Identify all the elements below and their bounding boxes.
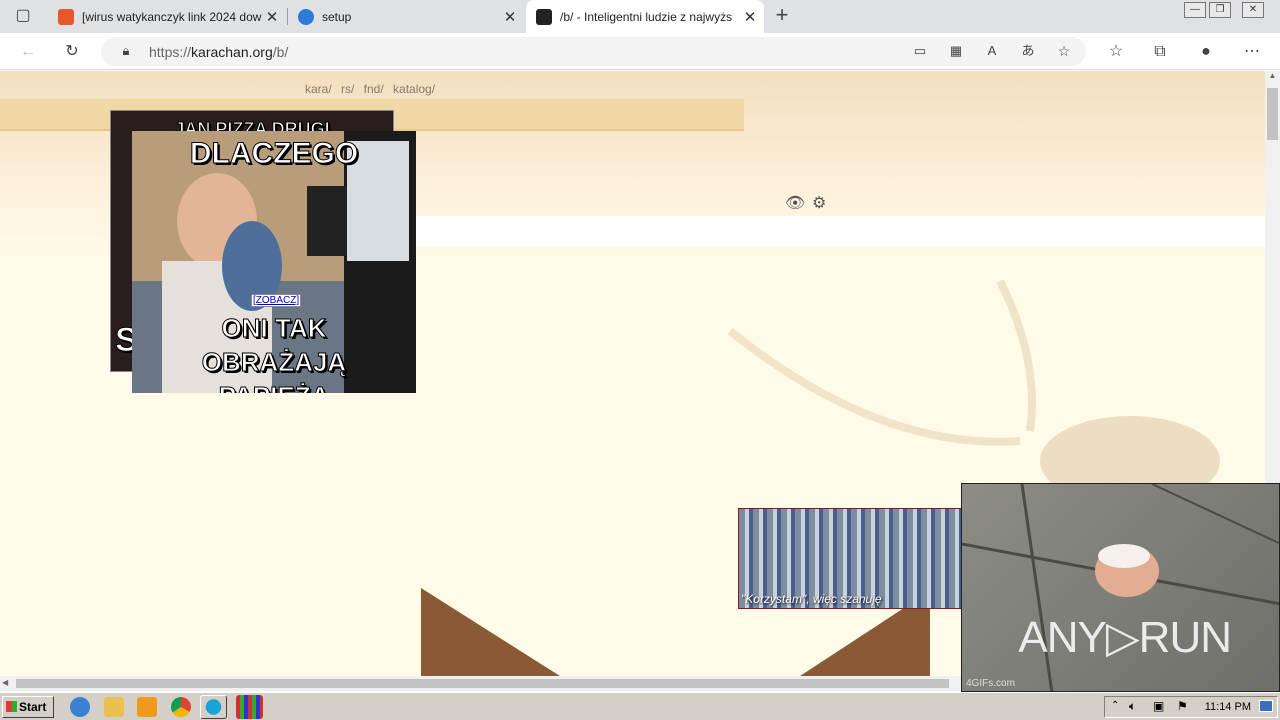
app-icon[interactable] bbox=[236, 695, 263, 719]
edge-icon[interactable] bbox=[200, 695, 227, 719]
board-nav[interactable]: kara/ rs/ fnd/ katalog/ bbox=[305, 82, 435, 96]
zobacz-link[interactable]: [ZOBACZ] bbox=[251, 294, 302, 307]
favorites-icon[interactable]: ☆ bbox=[1105, 41, 1127, 63]
ie-icon[interactable] bbox=[70, 697, 90, 717]
refresh-icon[interactable]: ↻ bbox=[61, 41, 83, 63]
network-icon[interactable]: ▣ bbox=[1153, 699, 1164, 713]
lock-icon: 🔒︎ bbox=[122, 43, 130, 58]
navigation-bar: ← ↻ 🔒︎ https://karachan.org/b/ ▭ ▦ A あ ☆… bbox=[0, 33, 1280, 70]
scroll-left-arrow[interactable]: ◀ bbox=[2, 678, 8, 687]
chrome-icon[interactable] bbox=[171, 697, 191, 717]
read-aloud-icon[interactable]: A bbox=[981, 40, 1003, 62]
setup-icon bbox=[298, 8, 314, 25]
show-hidden-icon[interactable]: ⌃ bbox=[1111, 700, 1119, 711]
gear-icon[interactable]: ⚙ bbox=[812, 193, 826, 213]
close-tab-icon[interactable]: ✕ bbox=[262, 8, 282, 26]
tab-karachan[interactable]: /b/ - Inteligentni ludzie z najwyżs ✕ bbox=[526, 0, 764, 33]
tab-setup[interactable]: setup ✕ bbox=[288, 0, 524, 33]
scroll-thumb[interactable] bbox=[1267, 88, 1278, 140]
post-image-dlaczego[interactable]: DLACZEGO ONI TAK OBRAŻAJĄ PAPIEŻA [ZOBAC… bbox=[132, 131, 416, 393]
taskbar: Start ⌃ 🔈︎ ▣ ⚑ 11:14 PM bbox=[0, 692, 1280, 720]
clock[interactable]: 11:14 PM bbox=[1205, 701, 1251, 713]
system-tray: ⌃ 🔈︎ ▣ ⚑ 11:14 PM bbox=[1104, 696, 1278, 718]
profile-avatar[interactable]: ● bbox=[1195, 41, 1217, 63]
karachan-icon bbox=[536, 8, 552, 25]
post-image-server[interactable]: "Korzystam", więc szanuję bbox=[738, 508, 963, 609]
scroll-up-arrow[interactable]: ▲ bbox=[1265, 71, 1280, 86]
flag-icon[interactable]: ⚑ bbox=[1177, 699, 1188, 713]
tab-actions-icon[interactable]: ▢ bbox=[12, 5, 34, 27]
tab-title: /b/ - Inteligentni ludzie z najwyżs bbox=[560, 9, 733, 24]
start-label: Start bbox=[19, 700, 47, 714]
start-button[interactable]: Start bbox=[2, 696, 54, 718]
tab-strip: ▢ [wirus watykanczyk link 2024 dow ✕ set… bbox=[0, 0, 1280, 33]
minimize-button[interactable]: — bbox=[1184, 2, 1206, 18]
tab-wirus[interactable]: [wirus watykanczyk link 2024 dow ✕ bbox=[48, 0, 286, 33]
content-strip bbox=[415, 216, 1265, 246]
server-caption: "Korzystam", więc szanuję bbox=[741, 592, 882, 606]
address-bar[interactable]: 🔒︎ https://karachan.org/b/ ▭ ▦ A あ ☆ bbox=[101, 37, 1086, 66]
add-favorite-icon[interactable]: ☆ bbox=[1053, 40, 1075, 62]
anyrun-watermark: ANY▷RUN bbox=[1018, 613, 1232, 662]
tab-title: [wirus watykanczyk link 2024 dow bbox=[82, 9, 262, 24]
close-window-button[interactable]: ✕ bbox=[1242, 2, 1264, 18]
new-tab-button[interactable]: + bbox=[771, 4, 793, 26]
translate-icon[interactable]: あ bbox=[1017, 40, 1039, 62]
restore-button[interactable]: ❐ bbox=[1209, 2, 1231, 18]
eye-icon[interactable]: 👁︎ bbox=[785, 193, 805, 213]
show-desktop-icon[interactable] bbox=[1259, 700, 1273, 712]
anyrun-overlay: ANY▷RUN 4GIFs.com bbox=[961, 483, 1280, 692]
folder-icon[interactable] bbox=[104, 697, 124, 717]
media-player-icon[interactable] bbox=[137, 697, 157, 717]
scroll-thumb[interactable] bbox=[16, 679, 949, 688]
url-text: https://karachan.org/b/ bbox=[149, 44, 289, 60]
app-available-icon[interactable]: ▭ bbox=[909, 40, 931, 62]
meme-bottom-text: ONI TAK OBRAŻAJĄ PAPIEŻA bbox=[201, 313, 347, 394]
close-tab-icon[interactable]: ✕ bbox=[500, 8, 520, 26]
volume-icon[interactable]: 🔈︎ bbox=[1129, 699, 1136, 714]
qr-icon[interactable]: ▦ bbox=[945, 40, 967, 62]
collections-icon[interactable]: ⧉ bbox=[1149, 41, 1171, 63]
tab-title: setup bbox=[322, 9, 352, 24]
close-tab-icon[interactable]: ✕ bbox=[740, 8, 760, 26]
gif-credit: 4GIFs.com bbox=[966, 678, 1015, 689]
back-icon[interactable]: ← bbox=[17, 41, 39, 63]
office-icon bbox=[58, 8, 74, 25]
meme-top-text: DLACZEGO bbox=[189, 137, 359, 171]
more-menu-icon[interactable]: ⋯ bbox=[1241, 41, 1263, 63]
windows-logo-icon bbox=[6, 701, 17, 712]
